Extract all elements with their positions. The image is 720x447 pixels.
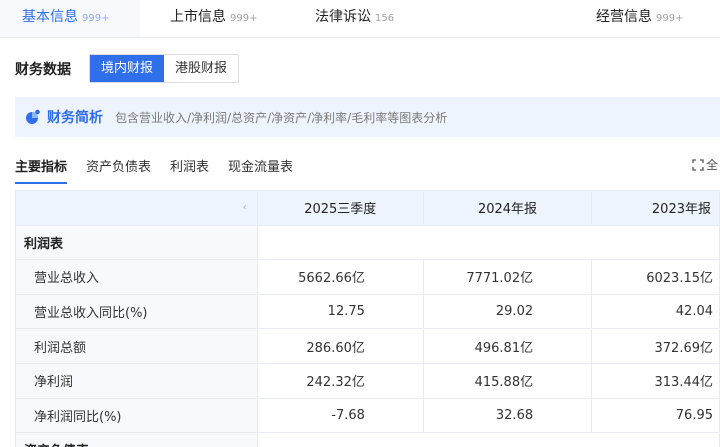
domestic-report-button[interactable]: 境内财报 xyxy=(90,55,165,82)
column-header: 2025三季度 xyxy=(256,190,424,226)
analysis-icon xyxy=(25,109,41,125)
tab-listing-info[interactable]: 上市信息 999+ xyxy=(170,0,257,37)
cell-value: 313.44亿 xyxy=(591,362,720,399)
row-label: 净利润同比(%) xyxy=(15,397,258,434)
row-label: 营业总收入 xyxy=(15,259,258,295)
tab-income-statement[interactable]: 利润表 xyxy=(170,158,209,184)
cell-value: 32.68 xyxy=(422,397,593,434)
finance-summary-banner[interactable]: 财务简析 包含营业收入/净利润/总资产/净资产/净利率/毛利率等图表分析 xyxy=(15,97,720,137)
tab-count: 999+ xyxy=(656,13,684,24)
finance-data-title: 财务数据 xyxy=(15,62,71,78)
table-row: 营业总收入同比(%) 12.75 29.02 42.04 xyxy=(15,293,720,330)
section-title: 资产负债表 xyxy=(15,432,258,447)
column-header: 2023年报 xyxy=(591,190,720,226)
fullscreen-label: 全 xyxy=(706,158,719,172)
cell-value: 242.32亿 xyxy=(256,362,424,399)
section-row: 资产负债表 xyxy=(15,432,720,447)
banner-description: 包含营业收入/净利润/总资产/净资产/净利率/毛利率等图表分析 xyxy=(115,110,448,125)
cell-value: 372.69亿 xyxy=(591,328,720,364)
tab-cash-flow[interactable]: 现金流量表 xyxy=(228,158,293,184)
table-row: 营业总收入 5662.66亿 7771.02亿 6023.15亿 xyxy=(15,259,720,295)
top-tab-bar: 基本信息 999+ 上市信息 999+ 法律诉讼 156 经营信息 999+ xyxy=(0,0,720,38)
cell-value: 42.04 xyxy=(591,293,720,330)
cell-value: 415.88亿 xyxy=(422,362,593,399)
statement-tabs: 主要指标 资产负债表 利润表 现金流量表 xyxy=(15,158,312,184)
section-title: 利润表 xyxy=(15,224,258,261)
tab-count: 156 xyxy=(375,13,395,24)
fullscreen-button[interactable]: 全 xyxy=(692,156,718,173)
tab-label: 上市信息 xyxy=(170,9,226,25)
section-filler xyxy=(256,432,720,447)
cell-value: 29.02 xyxy=(422,293,593,330)
tab-operating-info[interactable]: 经营信息 999+ xyxy=(596,0,683,37)
cell-value: 6023.15亿 xyxy=(591,259,720,295)
financial-table: ‹ 2025三季度 2024年报 2023年报 利润表 营业总收入 5662.6… xyxy=(15,190,720,447)
tab-legal-proceedings[interactable]: 法律诉讼 156 xyxy=(315,0,394,37)
report-source-toggle: 境内财报 港股财报 xyxy=(89,54,240,83)
tab-balance-sheet[interactable]: 资产负债表 xyxy=(86,158,151,184)
section-row: 利润表 xyxy=(15,224,720,261)
column-header: 2024年报 xyxy=(422,190,593,226)
table-row: 利润总额 286.60亿 496.81亿 372.69亿 xyxy=(15,328,720,364)
tab-count: 999+ xyxy=(230,13,258,24)
row-label: 利润总额 xyxy=(15,328,258,364)
table-row: 净利润 242.32亿 415.88亿 313.44亿 xyxy=(15,362,720,399)
tab-count: 999+ xyxy=(82,13,110,24)
section-filler xyxy=(257,224,720,261)
table-header-row: ‹ 2025三季度 2024年报 2023年报 xyxy=(15,190,720,226)
cell-value: 5662.66亿 xyxy=(256,259,424,295)
row-label: 净利润 xyxy=(15,362,258,399)
tab-label: 基本信息 xyxy=(22,9,78,25)
tab-key-indicators[interactable]: 主要指标 xyxy=(15,158,68,184)
cell-value: 7771.02亿 xyxy=(422,259,593,295)
expand-icon xyxy=(692,158,704,171)
scroll-left-icon[interactable]: ‹ xyxy=(15,190,258,226)
tab-label: 经营信息 xyxy=(596,9,652,25)
tab-basic-info[interactable]: 基本信息 999+ xyxy=(0,0,140,37)
row-label: 营业总收入同比(%) xyxy=(15,293,258,330)
tab-label: 法律诉讼 xyxy=(315,9,371,25)
cell-value: 12.75 xyxy=(256,293,424,330)
table-row: 净利润同比(%) -7.68 32.68 76.95 xyxy=(15,397,720,434)
cell-value: 76.95 xyxy=(591,397,720,434)
cell-value: 496.81亿 xyxy=(422,328,593,364)
cell-value: -7.68 xyxy=(256,397,424,434)
hk-report-button[interactable]: 港股财报 xyxy=(164,55,238,82)
cell-value: 286.60亿 xyxy=(256,328,424,364)
banner-title: 财务简析 xyxy=(47,110,103,126)
